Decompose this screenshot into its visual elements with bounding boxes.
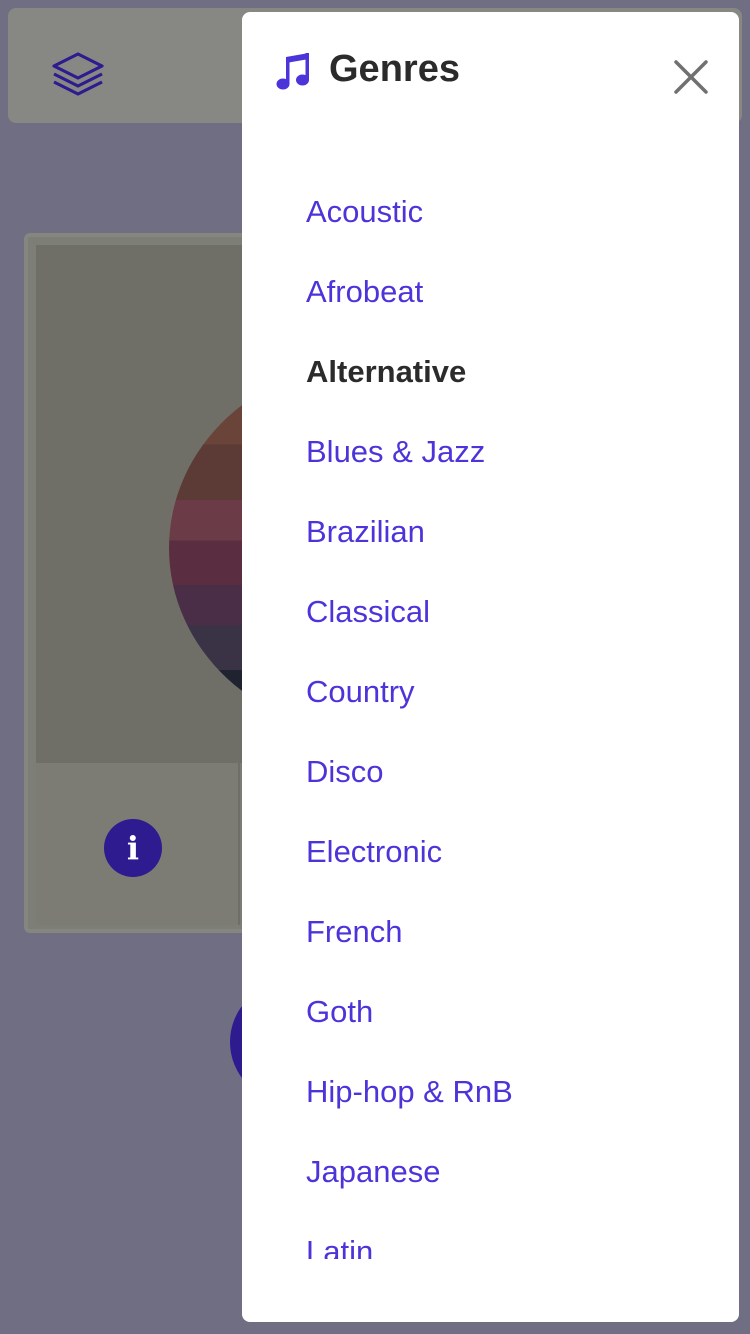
genre-item-electronic[interactable]: Electronic xyxy=(242,812,739,892)
genre-item-goth[interactable]: Goth xyxy=(242,972,739,1052)
genre-item-french[interactable]: French xyxy=(242,892,739,972)
genre-item-hip-hop-rnb[interactable]: Hip-hop & RnB xyxy=(242,1052,739,1132)
genre-item-latin[interactable]: Latin xyxy=(242,1212,739,1259)
drawer-header: Genres xyxy=(242,12,739,132)
genre-item-classical[interactable]: Classical xyxy=(242,572,739,652)
genre-item-disco[interactable]: Disco xyxy=(242,732,739,812)
drawer-title: Genres xyxy=(329,48,460,90)
layers-icon[interactable] xyxy=(50,50,106,100)
genre-item-brazilian[interactable]: Brazilian xyxy=(242,492,739,572)
info-icon[interactable]: i xyxy=(104,819,162,877)
genre-item-afrobeat[interactable]: Afrobeat xyxy=(242,252,739,332)
music-note-icon xyxy=(276,53,309,90)
genres-drawer: Genres Acoustic Afrobeat Alternative Blu… xyxy=(242,12,739,1322)
genre-item-acoustic[interactable]: Acoustic xyxy=(242,172,739,252)
genre-item-country[interactable]: Country xyxy=(242,652,739,732)
footer-divider xyxy=(238,763,240,925)
genre-item-alternative[interactable]: Alternative xyxy=(242,332,739,412)
close-icon[interactable] xyxy=(668,54,714,100)
genre-item-japanese[interactable]: Japanese xyxy=(242,1132,739,1212)
genre-item-blues-jazz[interactable]: Blues & Jazz xyxy=(242,412,739,492)
genre-list: Acoustic Afrobeat Alternative Blues & Ja… xyxy=(242,172,739,1259)
